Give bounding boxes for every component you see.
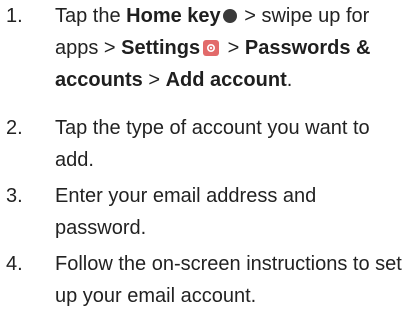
step-text: Tap the Home key > swipe up for apps > S… [55, 0, 405, 96]
step-text: Enter your email address and password. [55, 185, 317, 239]
instruction-steps: 1. Tap the Home key > swipe up for apps … [0, 0, 410, 313]
step-text-segment: > [222, 37, 245, 59]
step-text: Tap the type of account you want to add. [55, 117, 370, 171]
step-number: 3. [6, 185, 23, 207]
home-key-label: Home key [126, 5, 221, 27]
step-3: 3. Enter your email address and password… [0, 180, 410, 244]
step-number: 2. [6, 117, 23, 139]
settings-label: Settings [121, 37, 201, 59]
step-text-segment: > [142, 69, 166, 91]
step-1: 1. Tap the Home key > swipe up for apps … [0, 0, 410, 96]
step-4: 4. Follow the on-screen instructions to … [0, 248, 410, 312]
step-number: 1. [6, 5, 23, 27]
settings-gear-icon [203, 40, 220, 56]
add-account-label: Add account [165, 69, 287, 91]
home-key-dot-icon [222, 9, 237, 23]
step-text-segment: Tap the [55, 5, 127, 27]
step-text-segment: . [286, 69, 293, 91]
step-2: 2. Tap the type of account you want to a… [0, 112, 410, 176]
step-number: 4. [6, 253, 23, 275]
step-text: Follow the on-screen instructions to set… [55, 253, 402, 307]
